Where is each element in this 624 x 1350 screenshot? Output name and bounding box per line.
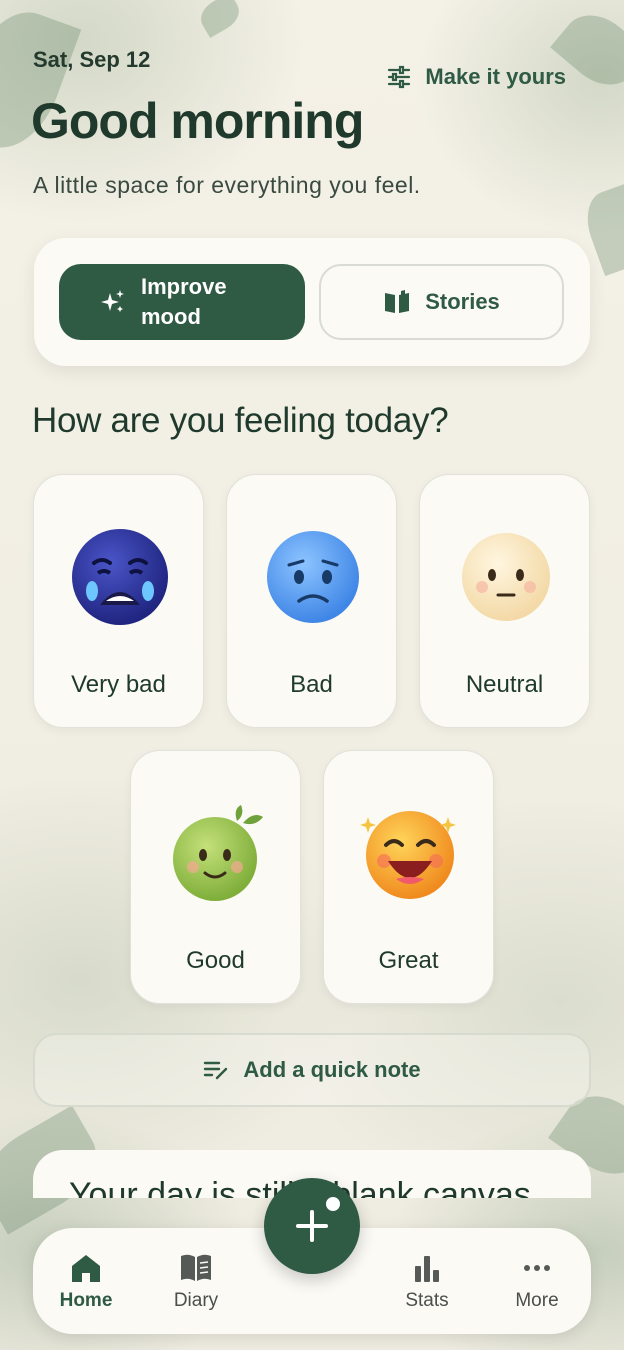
nav-stats[interactable]: Stats (382, 1252, 472, 1312)
bar-chart-icon (415, 1256, 439, 1282)
date-label: Sat, Sep 12 (33, 47, 151, 72)
nav-home[interactable]: Home (41, 1252, 131, 1312)
mood-card-great[interactable]: Great (323, 750, 494, 1004)
mood-card-good[interactable]: Good (130, 750, 301, 1004)
mood-label: Very bad (71, 671, 166, 698)
mood-card-bad[interactable]: Bad (226, 474, 397, 728)
mood-label: Good (186, 947, 245, 974)
mood-label: Neutral (465, 671, 544, 698)
make-it-yours-button[interactable]: Make it yours (387, 64, 566, 90)
grinning-face-icon (360, 811, 456, 899)
add-quick-note-button[interactable]: Add a quick note (33, 1033, 591, 1107)
crying-face-icon (72, 529, 168, 625)
improve-mood-label: Improve mood (141, 274, 227, 329)
nav-diary-label: Diary (173, 1290, 219, 1311)
edit-note-icon (204, 1061, 228, 1080)
greeting-title: Good morning (31, 93, 364, 149)
improve-mood-button[interactable]: Improve mood (59, 264, 305, 340)
smiling-face-icon (173, 805, 263, 901)
greeting-subtitle: A little space for everything you feel. (33, 172, 421, 198)
mood-card-very-bad[interactable]: Very bad (33, 474, 204, 728)
more-dots-icon (524, 1265, 550, 1271)
sliders-icon (388, 65, 411, 89)
mood-question: How are you feeling today? (32, 401, 449, 440)
neutral-face-icon (462, 533, 550, 621)
nav-home-label: Home (59, 1290, 113, 1311)
add-quick-note-label: Add a quick note (243, 1057, 421, 1082)
sparkles-icon (101, 290, 124, 312)
book-icon (181, 1254, 211, 1281)
home-icon (72, 1255, 100, 1282)
stories-button[interactable]: Stories (319, 264, 564, 340)
mood-label: Great (378, 947, 439, 974)
sad-face-icon (267, 531, 359, 623)
nav-stats-label: Stats (405, 1290, 449, 1311)
open-book-icon (385, 290, 410, 313)
mood-card-neutral[interactable]: Neutral (419, 474, 590, 728)
nav-diary[interactable]: Diary (151, 1252, 241, 1312)
notification-dot (326, 1197, 340, 1211)
mood-label: Bad (290, 671, 333, 698)
stories-label: Stories (425, 289, 500, 314)
nav-more-label: More (515, 1290, 559, 1311)
add-entry-fab[interactable] (264, 1178, 360, 1274)
plus-icon (296, 1210, 328, 1242)
make-it-yours-label: Make it yours (425, 64, 566, 89)
quick-actions-card: Improve mood Stories (34, 238, 590, 366)
nav-more[interactable]: More (492, 1252, 582, 1312)
